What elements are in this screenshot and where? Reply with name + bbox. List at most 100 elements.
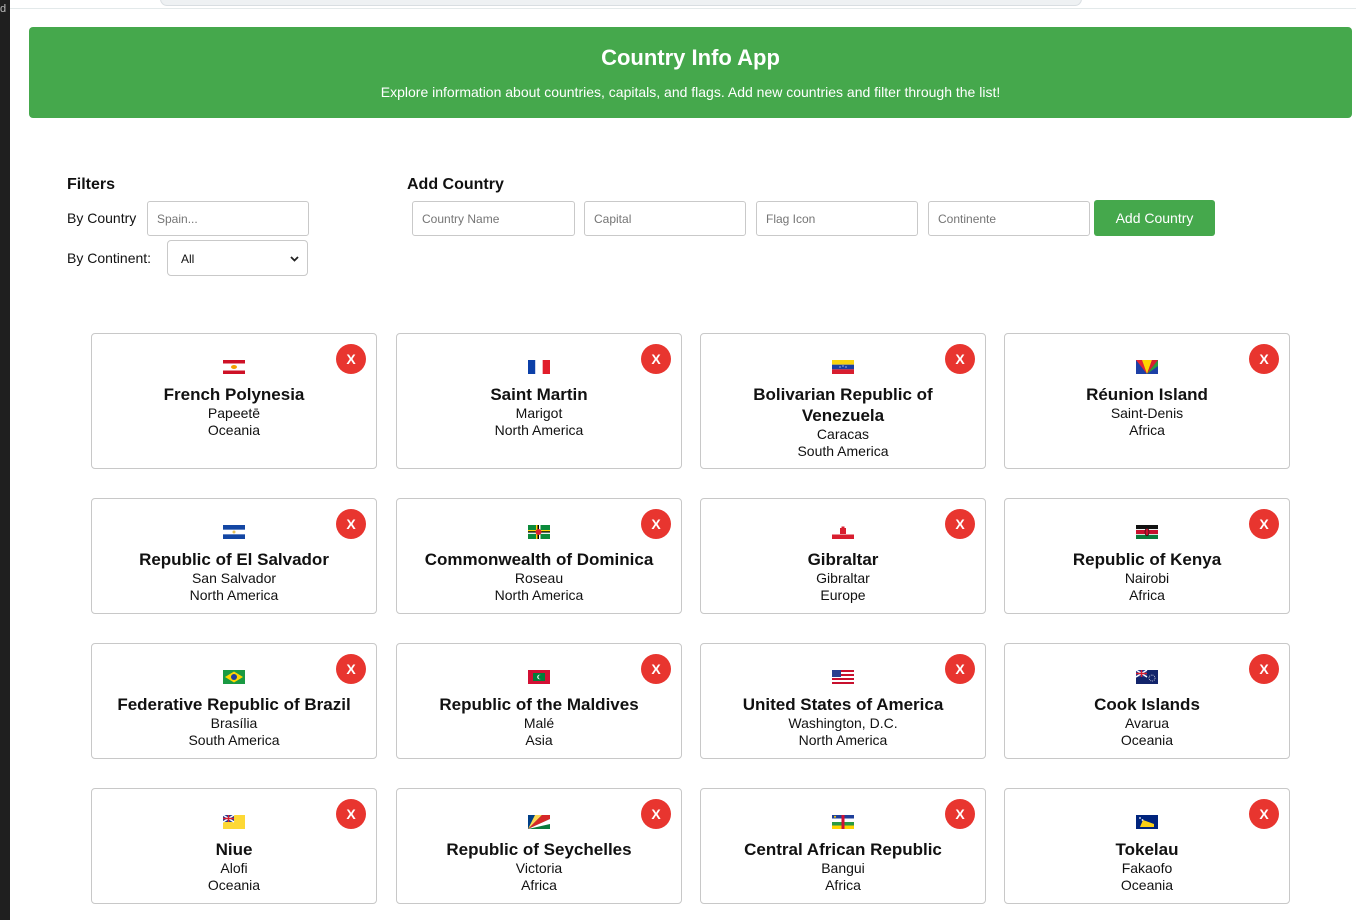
country-capital: Malé <box>523 715 555 731</box>
country-capital: San Salvador <box>191 570 277 586</box>
country-name: Niue <box>215 840 253 859</box>
reunion-flag-icon <box>1136 360 1158 374</box>
delete-country-button[interactable]: X <box>945 509 975 539</box>
country-continent: Africa <box>825 877 861 893</box>
country-name: French Polynesia <box>163 385 305 404</box>
flag-icon-input[interactable] <box>756 201 918 236</box>
usa-flag-icon <box>832 670 854 684</box>
country-card: X Central African Republic Bangui Africa <box>700 788 986 904</box>
by-continent-label: By Continent: <box>67 250 152 266</box>
country-name: Republic of Seychelles <box>446 840 632 859</box>
country-capital: Caracas <box>816 426 870 442</box>
delete-country-button[interactable]: X <box>336 509 366 539</box>
delete-country-button[interactable]: X <box>641 344 671 374</box>
continent-filter-select[interactable]: All <box>167 240 308 276</box>
country-continent: Asia <box>525 732 553 748</box>
country-continent: Oceania <box>1120 732 1174 748</box>
country-capital: Avarua <box>1124 715 1170 731</box>
country-continent: South America <box>188 732 280 748</box>
country-continent: Africa <box>521 877 557 893</box>
continent-filter-value: All <box>181 252 195 266</box>
chevron-down-icon <box>290 256 299 262</box>
country-card: X United States of America Washington, D… <box>700 643 986 759</box>
delete-country-button[interactable]: X <box>336 654 366 684</box>
country-card: X Tokelau Fakaofo Oceania <box>1004 788 1290 904</box>
app-title: Country Info App <box>601 45 780 70</box>
country-name-input[interactable] <box>412 201 575 236</box>
delete-country-button[interactable]: X <box>1249 509 1279 539</box>
delete-country-button[interactable]: X <box>1249 654 1279 684</box>
country-name: Réunion Island <box>1086 385 1208 404</box>
country-continent: Africa <box>1129 587 1165 603</box>
country-name: Federative Republic of Brazil <box>117 695 351 714</box>
country-capital: Fakaofo <box>1121 860 1173 876</box>
side-strip-glyph: d <box>0 3 7 15</box>
delete-country-button[interactable]: X <box>945 344 975 374</box>
country-capital: Marigot <box>515 405 563 421</box>
country-capital: Papeetē <box>207 405 261 421</box>
address-bar-edge <box>160 0 1082 6</box>
delete-country-button[interactable]: X <box>336 344 366 374</box>
delete-country-button[interactable]: X <box>1249 799 1279 829</box>
add-country-button[interactable]: Add Country <box>1094 200 1215 236</box>
delete-country-button[interactable]: X <box>336 799 366 829</box>
country-continent: Oceania <box>207 422 261 438</box>
country-name: Saint Martin <box>490 385 588 404</box>
delete-country-button[interactable]: X <box>945 654 975 684</box>
country-card: X Republic of Kenya Nairobi Africa <box>1004 498 1290 614</box>
central-african-republic-flag-icon <box>832 815 854 829</box>
by-country-label: By Country <box>67 210 137 226</box>
country-card: X Gibraltar Gibraltar Europe <box>700 498 986 614</box>
brazil-flag-icon <box>223 670 245 684</box>
country-continent: North America <box>798 732 888 748</box>
capital-input[interactable] <box>584 201 746 236</box>
delete-country-button[interactable]: X <box>641 654 671 684</box>
delete-country-button[interactable]: X <box>641 509 671 539</box>
country-continent: Oceania <box>207 877 261 893</box>
country-continent: Africa <box>1129 422 1165 438</box>
country-card: X Réunion Island Saint-Denis Africa <box>1004 333 1290 469</box>
seychelles-flag-icon <box>528 815 550 829</box>
delete-country-button[interactable]: X <box>641 799 671 829</box>
delete-country-button[interactable]: X <box>1249 344 1279 374</box>
app-subtitle: Explore information about countries, cap… <box>380 84 1001 100</box>
country-card: X Cook Islands Avarua Oceania <box>1004 643 1290 759</box>
continent-input[interactable] <box>928 201 1090 236</box>
country-name: Republic of Kenya <box>1072 550 1222 569</box>
delete-country-button[interactable]: X <box>945 799 975 829</box>
country-capital: Gibraltar <box>816 570 870 586</box>
add-country-title: Add Country <box>407 176 504 193</box>
country-card: X Republic of the Maldives Malé Asia <box>396 643 682 759</box>
country-capital: Nairobi <box>1124 570 1170 586</box>
country-capital: Alofi <box>220 860 248 876</box>
el-salvador-flag-icon <box>223 525 245 539</box>
country-card: X Saint Martin Marigot North America <box>396 333 682 469</box>
country-name: Republic of the Maldives <box>439 695 639 714</box>
browser-top-strip <box>10 0 1356 9</box>
country-name: Republic of El Salvador <box>139 550 329 569</box>
gibraltar-flag-icon <box>832 525 854 539</box>
country-capital: Washington, D.C. <box>788 715 898 731</box>
maldives-flag-icon <box>528 670 550 684</box>
saint-martin-flag-icon <box>528 360 550 374</box>
country-name: Cook Islands <box>1094 695 1200 714</box>
country-name: Tokelau <box>1115 840 1179 859</box>
kenya-flag-icon <box>1136 525 1158 539</box>
country-name: Gibraltar <box>807 550 879 569</box>
editor-side-strip: d <box>0 0 10 920</box>
country-name: Bolivarian Republic of Venezuela <box>753 385 933 425</box>
country-filter-input[interactable] <box>147 201 309 236</box>
french-polynesia-flag-icon <box>223 360 245 374</box>
country-continent: South America <box>797 443 889 459</box>
country-name: Commonwealth of Dominica <box>424 550 654 569</box>
country-capital: Roseau <box>514 570 564 586</box>
filters-title: Filters <box>67 176 116 193</box>
country-card: X Federative Republic of Brazil Brasília… <box>91 643 377 759</box>
country-name: United States of America <box>742 695 944 714</box>
country-card: X Bolivarian Republic of Venezuela Carac… <box>700 333 986 469</box>
niue-flag-icon <box>223 815 245 829</box>
country-continent: Europe <box>820 587 866 603</box>
country-capital: Saint-Denis <box>1110 405 1184 421</box>
country-capital: Victoria <box>515 860 563 876</box>
country-continent: North America <box>189 587 279 603</box>
